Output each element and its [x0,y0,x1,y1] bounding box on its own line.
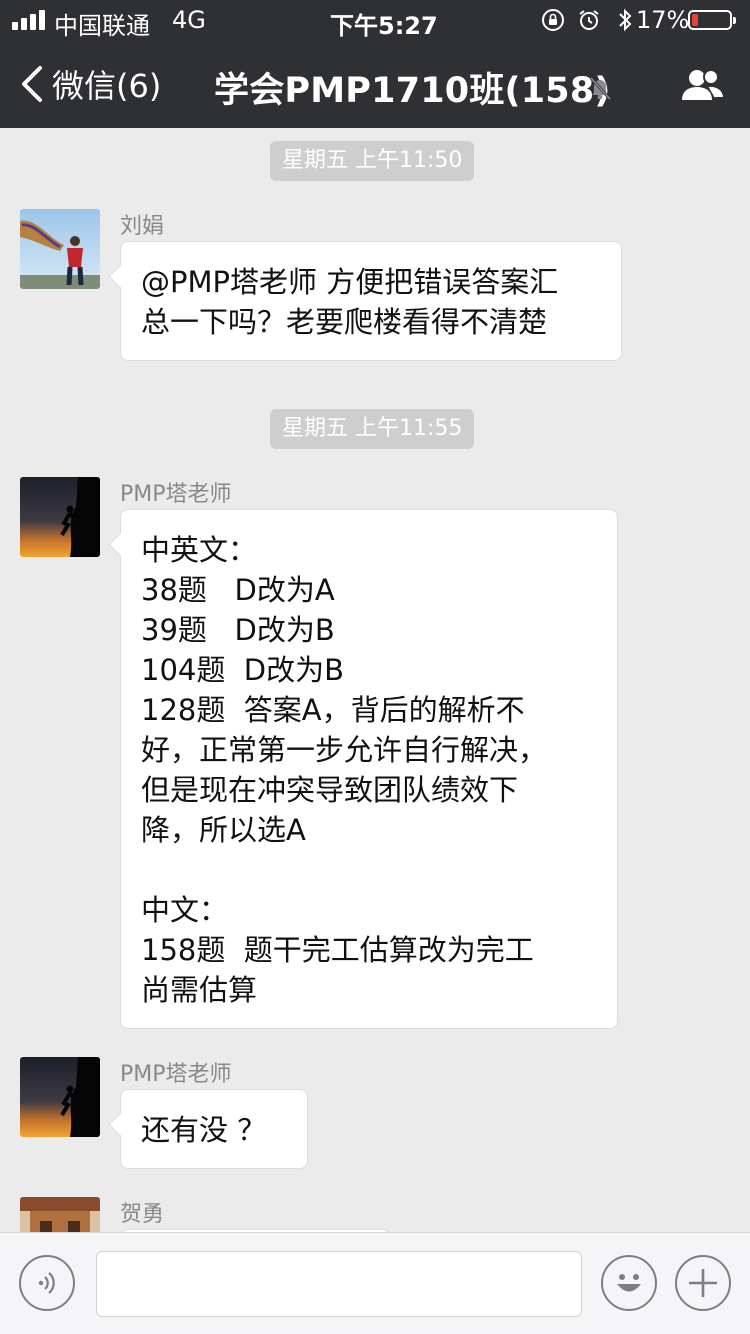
sender-avatar[interactable] [20,209,100,289]
message-line: 中文： [141,893,229,927]
input-bar [0,1232,750,1334]
message-line: 38题 D改为A [141,573,335,607]
message-line: 39题 D改为B [141,613,335,647]
status-icons [540,4,638,36]
message-line: 中英文： [141,533,258,567]
status-bar: 中国联通 4G 下午5:27 17% [0,0,750,40]
emoji-icon [617,1274,641,1292]
carrier-label: 中国联通 [54,12,150,40]
message-line: 降，所以选A [141,813,306,847]
message-line: @PMP塔老师 方便把错误答案汇 [141,265,559,299]
message-line [141,850,597,890]
message-line: 好，正常第一步允许自行解决， [141,733,548,767]
sender-name: 贺勇 [120,1202,165,1227]
group-members-icon[interactable] [678,66,726,104]
time-separator: 星期五 上午11:50 [270,141,475,181]
message-line: 尚需估算 [141,973,258,1007]
message-bubble[interactable]: 还有没 ？ [120,1089,308,1169]
mute-icon [589,76,612,101]
message-bubble[interactable]: 中英文： 38题 D改为A 39题 D改为B 104题 D改为B 128题 答案… [120,509,618,1029]
orientation-lock-icon [540,7,566,33]
sender-name: PMP塔老师 [120,1062,232,1087]
message-line: 还有没 ？ [141,1113,267,1147]
emoji-button[interactable] [601,1255,657,1311]
battery-level [692,14,698,26]
alarm-icon [576,7,602,33]
sender-avatar[interactable] [20,1057,100,1137]
more-button[interactable] [675,1255,731,1311]
message-line: 104题 D改为B [141,653,345,687]
message-line: 158题 题干完工估算改为完工 [141,933,534,967]
chat-title: 学会PMP1710班(158) [214,71,611,111]
back-label: 微信(6) [52,67,162,105]
nav-bar: 微信(6) 学会PMP1710班(158) [0,40,750,128]
message-line: 总一下吗？老要爬楼看得不清楚 [141,305,548,339]
sender-avatar[interactable] [20,477,100,557]
plus-icon [689,1269,717,1297]
sender-name: PMP塔老师 [120,482,232,507]
voice-icon [38,1272,55,1294]
message-bubble[interactable]: @PMP塔老师 方便把错误答案汇 总一下吗？老要爬楼看得不清楚 [120,241,622,361]
time-separator: 星期五 上午11:55 [270,409,475,449]
battery-percent: 17% [636,6,690,34]
message-line: 但是现在冲突导致团队绩效下 [141,773,519,807]
voice-button[interactable] [19,1255,75,1311]
battery-icon [688,10,736,30]
message-line: 128题 答案A，背后的解析不 [141,693,525,727]
back-button[interactable]: 微信(6) [18,60,161,108]
network-label: 4G [172,6,206,34]
status-time: 下午5:27 [330,12,438,40]
top-bar: 中国联通 4G 下午5:27 17% 微信(6) 学会PMP1710班(158) [0,0,750,128]
wechat-chat-screen: 中国联通 4G 下午5:27 17% 微信(6) 学会PMP1710班(158)… [0,0,750,1334]
message-input[interactable] [96,1251,582,1317]
signal-icon [12,10,48,30]
bluetooth-icon [612,7,638,33]
back-chevron-icon [22,66,42,102]
sender-name: 刘娟 [120,214,165,239]
